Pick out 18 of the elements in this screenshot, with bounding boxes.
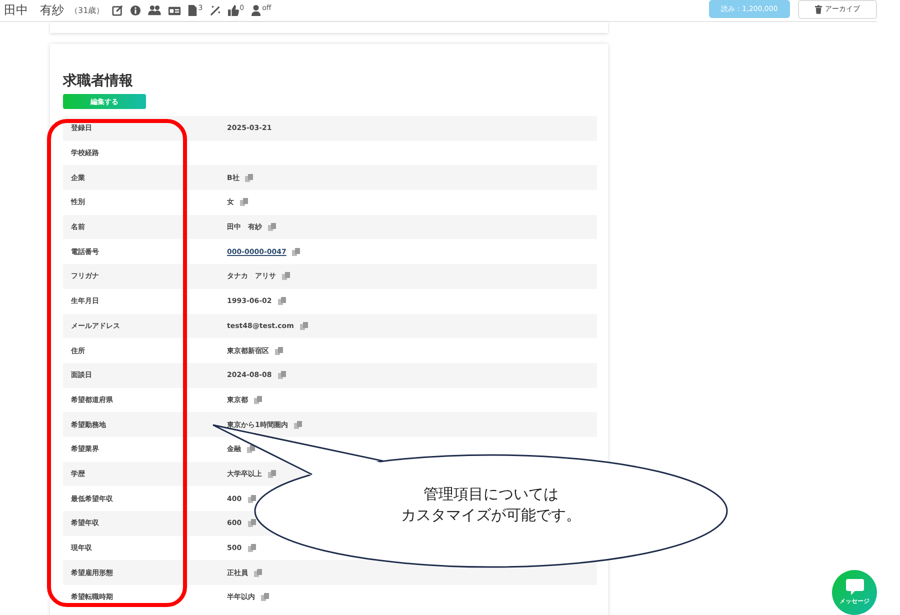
copy-icon[interactable] <box>247 445 255 454</box>
thumbs-up-icon[interactable] <box>228 5 239 16</box>
candidate-name: 田中 有紗 <box>4 2 64 19</box>
count-label: off <box>262 5 272 12</box>
users-icon[interactable] <box>148 5 162 16</box>
document-icon[interactable] <box>188 5 198 16</box>
candidate-age: （31歳） <box>70 5 104 16</box>
person-icon[interactable] <box>251 5 262 16</box>
magic-wand-icon[interactable] <box>210 5 221 16</box>
chat-bubble-icon <box>846 579 864 596</box>
count-label: 0 <box>240 5 244 12</box>
count-label: 3 <box>198 5 203 12</box>
info-icon[interactable] <box>130 5 142 16</box>
edit-icon[interactable] <box>112 5 124 16</box>
trash-icon <box>815 4 822 14</box>
callout-text: 管理項目については カスタマイズが可能です。 <box>400 484 582 526</box>
section-title: 求職者情報 <box>63 72 134 90</box>
id-card-icon[interactable] <box>168 6 182 16</box>
